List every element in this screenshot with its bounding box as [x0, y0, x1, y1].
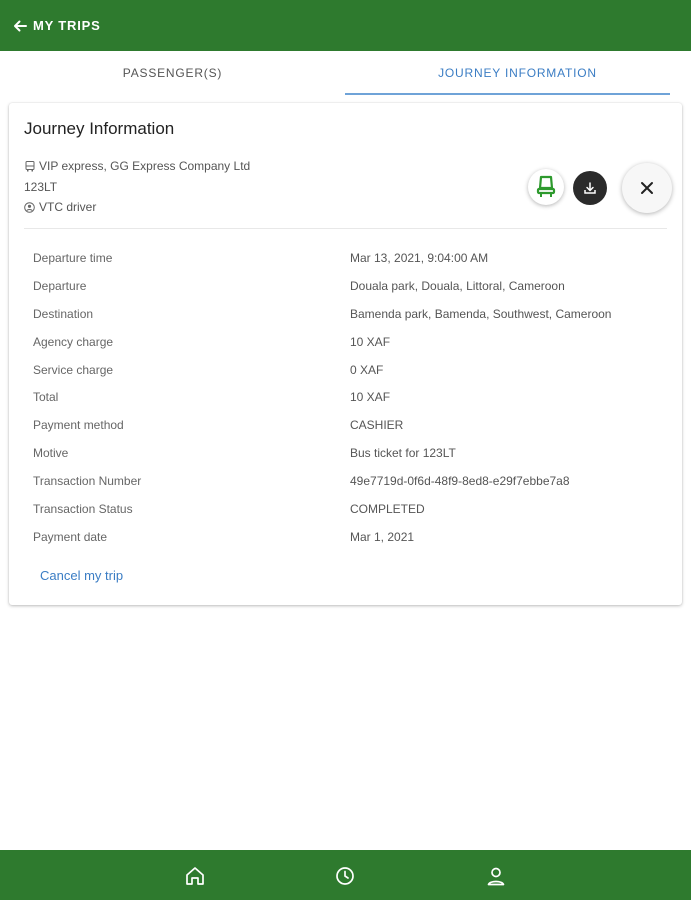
detail-row-service-charge: Service charge 0 XAF	[33, 363, 673, 391]
detail-label: Transaction Number	[33, 474, 142, 489]
back-arrow-icon[interactable]	[10, 16, 30, 36]
card-title: Journey Information	[24, 119, 175, 138]
history-clock-icon	[334, 865, 356, 887]
bus-icon	[24, 160, 35, 172]
detail-label: Payment method	[33, 418, 124, 433]
tab-journey-information[interactable]: JOURNEY INFORMATION	[345, 51, 690, 96]
detail-value: 0 XAF	[350, 362, 384, 377]
divider	[24, 228, 667, 229]
detail-value: Douala park, Douala, Littoral, Cameroon	[350, 278, 565, 293]
detail-value: Bamenda park, Bamenda, Southwest, Camero…	[350, 306, 612, 321]
close-button[interactable]	[622, 163, 672, 213]
detail-label: Total	[33, 390, 59, 405]
driver-name: VTC driver	[39, 200, 97, 214]
detail-label: Motive	[33, 446, 69, 461]
detail-label: Transaction Status	[33, 502, 133, 517]
detail-row-motive: Motive Bus ticket for 123LT	[33, 446, 673, 474]
detail-value: Bus ticket for 123LT	[350, 446, 456, 461]
detail-value: Mar 1, 2021	[350, 529, 415, 544]
detail-row-departure-time: Departure time Mar 13, 2021, 9:04:00 AM	[33, 251, 673, 279]
detail-value: CASHIER	[350, 418, 404, 433]
top-app-bar: MY TRIPS	[0, 0, 691, 51]
seat-button[interactable]	[528, 169, 564, 205]
trip-meta: VIP express, GG Express Company Ltd 123L…	[24, 156, 250, 218]
tab-passengers[interactable]: PASSENGER(S)	[0, 51, 345, 96]
detail-label: Departure	[33, 278, 87, 293]
nav-history-button[interactable]	[333, 864, 357, 888]
close-icon	[640, 181, 654, 195]
download-icon	[583, 181, 597, 195]
detail-label: Departure time	[33, 251, 113, 265]
page-title: MY TRIPS	[33, 18, 101, 33]
detail-value: Mar 13, 2021, 9:04:00 AM	[350, 251, 489, 265]
nav-home-button[interactable]	[183, 864, 207, 888]
detail-label: Service charge	[33, 362, 114, 377]
tab-bar: PASSENGER(S) JOURNEY INFORMATION	[0, 51, 691, 96]
detail-label: Agency charge	[33, 334, 114, 349]
cancel-trip-link[interactable]: Cancel my trip	[40, 568, 123, 583]
journey-info-card: Journey Information VIP express, GG Expr…	[9, 103, 682, 605]
detail-row-transaction-status: Transaction Status COMPLETED	[33, 502, 673, 530]
detail-value: 49e7719d-0f6d-48f9-8ed8-e29f7ebbe7a8	[350, 474, 570, 489]
detail-row-payment-date: Payment date Mar 1, 2021	[33, 530, 673, 558]
detail-row-destination: Destination Bamenda park, Bamenda, Southw…	[33, 307, 673, 335]
detail-label: Payment date	[33, 529, 108, 544]
detail-row-total: Total 10 XAF	[33, 390, 673, 418]
detail-row-payment-method: Payment method CASHIER	[33, 418, 673, 446]
detail-label: Destination	[33, 306, 94, 321]
journey-details-list: Departure time Mar 13, 2021, 9:04:00 AM D…	[33, 251, 673, 558]
detail-value: 10 XAF	[350, 390, 391, 405]
bottom-navigation	[0, 850, 691, 900]
plate-number: 123LT	[24, 179, 58, 194]
profile-icon	[485, 865, 507, 887]
nav-profile-button[interactable]	[484, 864, 508, 888]
detail-row-transaction-number: Transaction Number 49e7719d-0f6d-48f9-8ed…	[33, 474, 673, 502]
detail-row-departure: Departure Douala park, Douala, Littoral, …	[33, 279, 673, 307]
driver-icon	[24, 201, 35, 213]
home-icon	[184, 865, 206, 887]
detail-value: 10 XAF	[350, 334, 391, 349]
seat-icon	[536, 175, 556, 199]
company-name: VIP express, GG Express Company Ltd	[39, 159, 251, 173]
detail-row-agency-charge: Agency charge 10 XAF	[33, 335, 673, 363]
download-ticket-button[interactable]	[573, 171, 607, 205]
detail-value: COMPLETED	[350, 502, 425, 517]
